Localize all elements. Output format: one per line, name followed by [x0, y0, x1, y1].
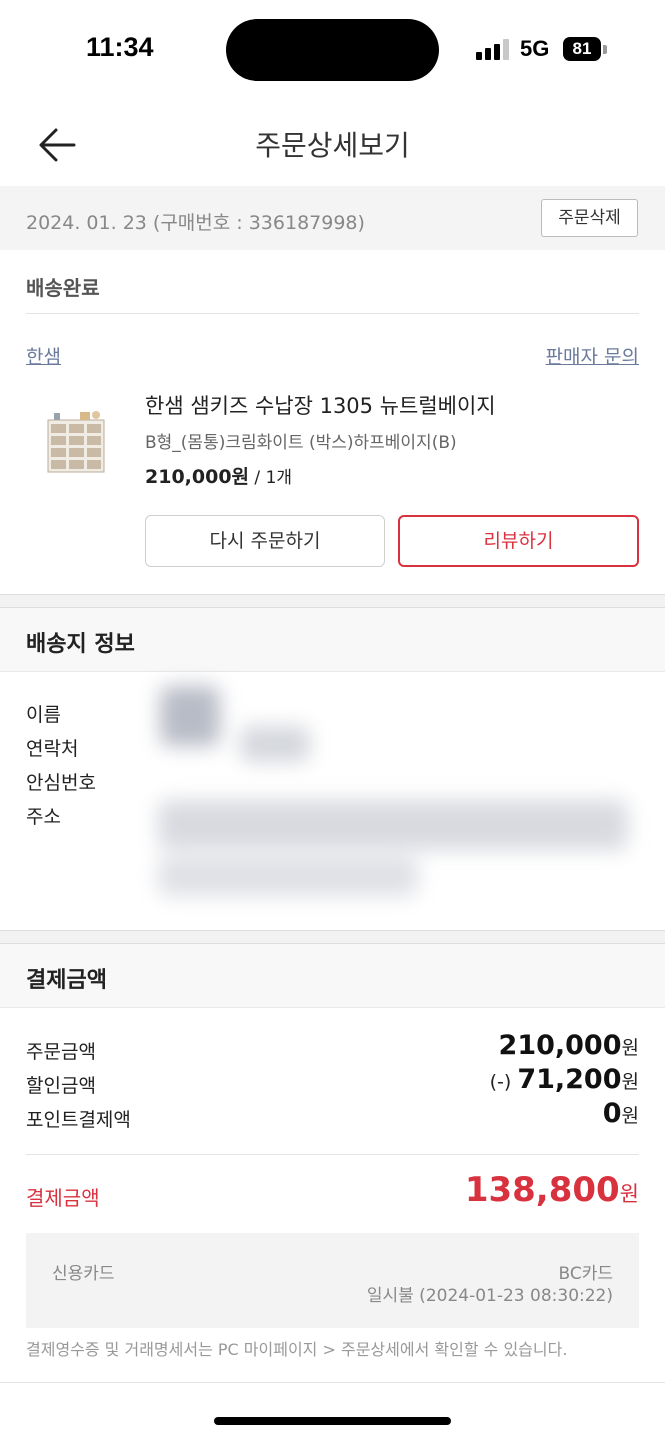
order-amount-value: 210,000원 — [498, 1030, 639, 1061]
dynamic-island — [226, 19, 439, 81]
shipping-title: 배송지 정보 — [26, 632, 135, 657]
seller-link[interactable]: 한샘 — [26, 342, 61, 369]
payment-detail: 일시불 (2024-01-23 08:30:22) — [366, 1286, 613, 1306]
home-indicator[interactable] — [214, 1417, 451, 1425]
network-type: 5G — [520, 36, 550, 61]
label-safe-number: 안심번호 — [26, 772, 96, 794]
product-option: B형_(몸통)크림화이트 (박스)하프베이지(B) — [145, 433, 457, 453]
redacted-address — [158, 800, 628, 850]
section-gap — [0, 930, 665, 944]
page-title: 주문상세보기 — [255, 129, 410, 162]
seller-inquiry-link[interactable]: 판매자 문의 — [546, 342, 639, 369]
label-address: 주소 — [26, 806, 61, 828]
delete-order-button[interactable]: 주문삭제 — [541, 199, 638, 237]
order-amount-label: 주문금액 — [26, 1041, 96, 1063]
status-time: 11:34 — [86, 32, 154, 62]
product-name[interactable]: 한샘 샘키즈 수납장 1305 뉴트럴베이지 — [145, 390, 496, 420]
delivery-status: 배송완료 — [26, 276, 100, 300]
battery-tip — [603, 45, 607, 54]
divider — [0, 1382, 665, 1383]
battery-icon: 81 — [563, 37, 601, 61]
label-name: 이름 — [26, 704, 61, 726]
payment-title: 결제금액 — [26, 968, 107, 993]
divider — [26, 313, 639, 314]
total-label: 결제금액 — [26, 1186, 100, 1210]
product-quantity: / 1개 — [249, 468, 293, 488]
storage-cabinet-image — [47, 411, 105, 473]
product-price: 210,000원 — [145, 466, 250, 488]
order-date-number: 2024. 01. 23 (구매번호 : 336187998) — [26, 212, 365, 234]
redacted-address-2 — [158, 856, 418, 896]
redacted-contact — [240, 726, 310, 762]
reorder-button[interactable]: 다시 주문하기 — [145, 515, 385, 567]
review-button[interactable]: 리뷰하기 — [398, 515, 639, 567]
points-value: 0원 — [602, 1098, 639, 1129]
signal-icon — [476, 38, 510, 60]
total-value: 138,800원 — [464, 1170, 639, 1210]
product-thumbnail[interactable] — [40, 404, 110, 476]
discount-label: 할인금액 — [26, 1075, 96, 1097]
redacted-name — [160, 686, 220, 746]
section-gap — [0, 594, 665, 608]
points-label: 포인트결제액 — [26, 1109, 131, 1131]
discount-value: (-) 71,200원 — [489, 1064, 639, 1095]
product-price-row: 210,000원 / 1개 — [145, 462, 292, 489]
divider — [26, 1154, 639, 1155]
receipt-note: 결제영수증 및 거래명세서는 PC 마이페이지 > 주문상세에서 확인할 수 있… — [26, 1340, 568, 1359]
label-contact: 연락처 — [26, 738, 79, 760]
payment-method: 신용카드 — [52, 1264, 115, 1284]
